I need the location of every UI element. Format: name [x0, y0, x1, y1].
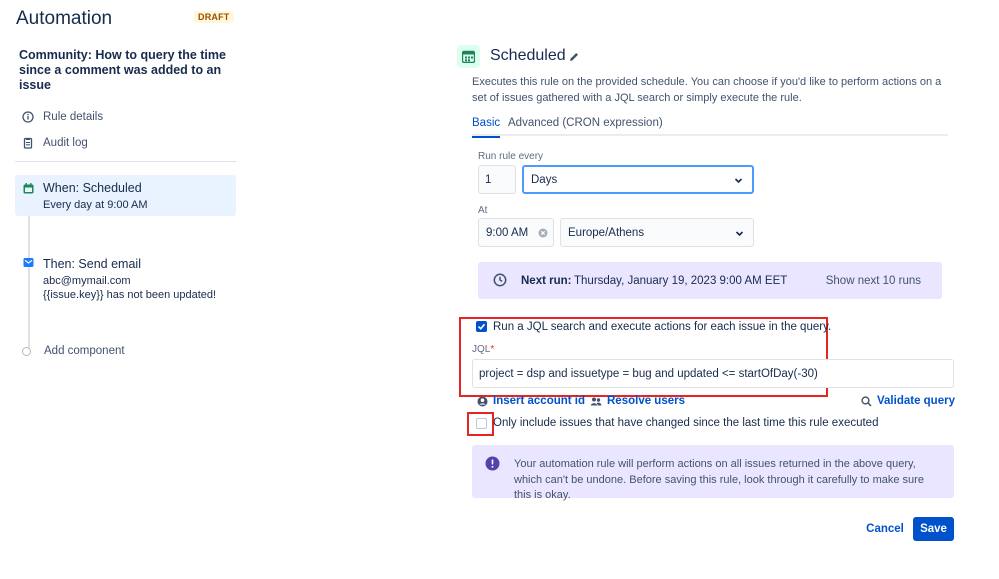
step-when-detail: Every day at 9:00 AM — [43, 199, 148, 211]
validate-query-label: Validate query — [877, 395, 955, 407]
only-changed-checkbox[interactable] — [476, 418, 487, 429]
schedule-tabs: Basic Advanced (CRON expression) — [472, 117, 948, 138]
interval-unit-value: Days — [531, 173, 558, 186]
jql-field-label: JQL* — [472, 344, 494, 355]
save-button[interactable]: Save — [913, 517, 954, 541]
validate-query-link[interactable]: Validate query — [861, 395, 955, 407]
warning-text: Your automation rule will perform action… — [514, 458, 924, 501]
sidebar-divider — [15, 161, 236, 162]
clipboard-icon — [22, 137, 34, 149]
add-component-button[interactable]: Add component — [22, 345, 125, 357]
interval-value: 1 — [485, 173, 492, 186]
only-changed-label[interactable]: Only include issues that have changed si… — [493, 417, 878, 429]
chevron-down-icon — [735, 230, 744, 236]
info-icon — [22, 111, 34, 123]
interval-input[interactable]: 1 — [478, 165, 516, 194]
jql-label-text: JQL — [472, 344, 491, 355]
step-when-title: When: Scheduled — [43, 181, 142, 195]
mail-icon — [23, 257, 34, 268]
people-icon — [590, 397, 602, 405]
step-then-title: Then: Send email — [43, 257, 141, 271]
tab-advanced-cron[interactable]: Advanced (CRON expression) — [508, 117, 663, 136]
next-run-panel: Next run: Thursday, January 19, 2023 9:0… — [478, 262, 942, 299]
app-title: Automation — [16, 8, 113, 29]
add-component-label: Add component — [44, 345, 125, 357]
resolve-users-label: Resolve users — [607, 395, 685, 407]
warning-panel: Your automation rule will perform action… — [472, 445, 954, 501]
trigger-description: Executes this rule on the provided sched… — [472, 76, 942, 104]
run-every-label: Run rule every — [478, 151, 544, 162]
exclamation-icon — [485, 456, 500, 471]
audit-log-link[interactable]: Audit log — [22, 135, 88, 151]
add-component-dot — [22, 346, 31, 356]
next-run-label: Next run: — [521, 274, 572, 287]
audit-log-label: Audit log — [43, 137, 88, 149]
rule-name: Community: How to query the time since a… — [19, 48, 226, 92]
required-mark: * — [490, 344, 495, 355]
interval-unit-select[interactable]: Days — [522, 165, 754, 194]
next-run-value: Thursday, January 19, 2023 9:00 AM EET — [574, 274, 788, 287]
timezone-value: Europe/Athens — [568, 226, 645, 239]
timezone-select[interactable]: Europe/Athens — [560, 218, 754, 247]
search-icon — [861, 395, 872, 407]
rule-details-label: Rule details — [43, 111, 104, 123]
step-then-subject: {{issue.key}} has not been updated! — [43, 289, 217, 301]
jql-search-checkbox[interactable] — [476, 321, 487, 332]
cancel-button[interactable]: Cancel — [862, 517, 908, 541]
checkmark-icon — [477, 323, 486, 330]
step-when-scheduled[interactable]: When: Scheduled Every day at 9:00 AM — [15, 175, 236, 216]
at-label: At — [478, 205, 488, 216]
insert-account-id-label: Insert account id — [493, 395, 586, 407]
clear-icon[interactable] — [538, 228, 548, 238]
jql-search-label[interactable]: Run a JQL search and execute actions for… — [493, 321, 831, 333]
show-next-runs-link[interactable]: Show next 10 runs — [826, 275, 921, 287]
page-title: Scheduled — [490, 47, 566, 64]
resolve-users-link[interactable]: Resolve users — [590, 395, 685, 407]
rule-details-link[interactable]: Rule details — [22, 109, 103, 125]
tab-basic[interactable]: Basic — [472, 117, 501, 138]
time-input[interactable]: 9:00 AM — [478, 218, 554, 247]
user-icon — [477, 396, 488, 406]
clock-icon — [493, 273, 507, 287]
time-value: 9:00 AM — [486, 226, 529, 239]
calendar-icon — [23, 183, 34, 194]
draft-badge: DRAFT — [194, 11, 234, 23]
step-then-send-email[interactable]: Then: Send email abc@mymail.com {{issue.… — [15, 251, 236, 307]
scheduled-calendar-icon — [457, 45, 480, 68]
pencil-icon[interactable] — [568, 51, 580, 63]
jql-input[interactable] — [472, 359, 954, 388]
step-then-recipient: abc@mymail.com — [43, 275, 131, 287]
chevron-down-icon — [734, 177, 743, 183]
insert-account-id-link[interactable]: Insert account id — [477, 395, 585, 407]
